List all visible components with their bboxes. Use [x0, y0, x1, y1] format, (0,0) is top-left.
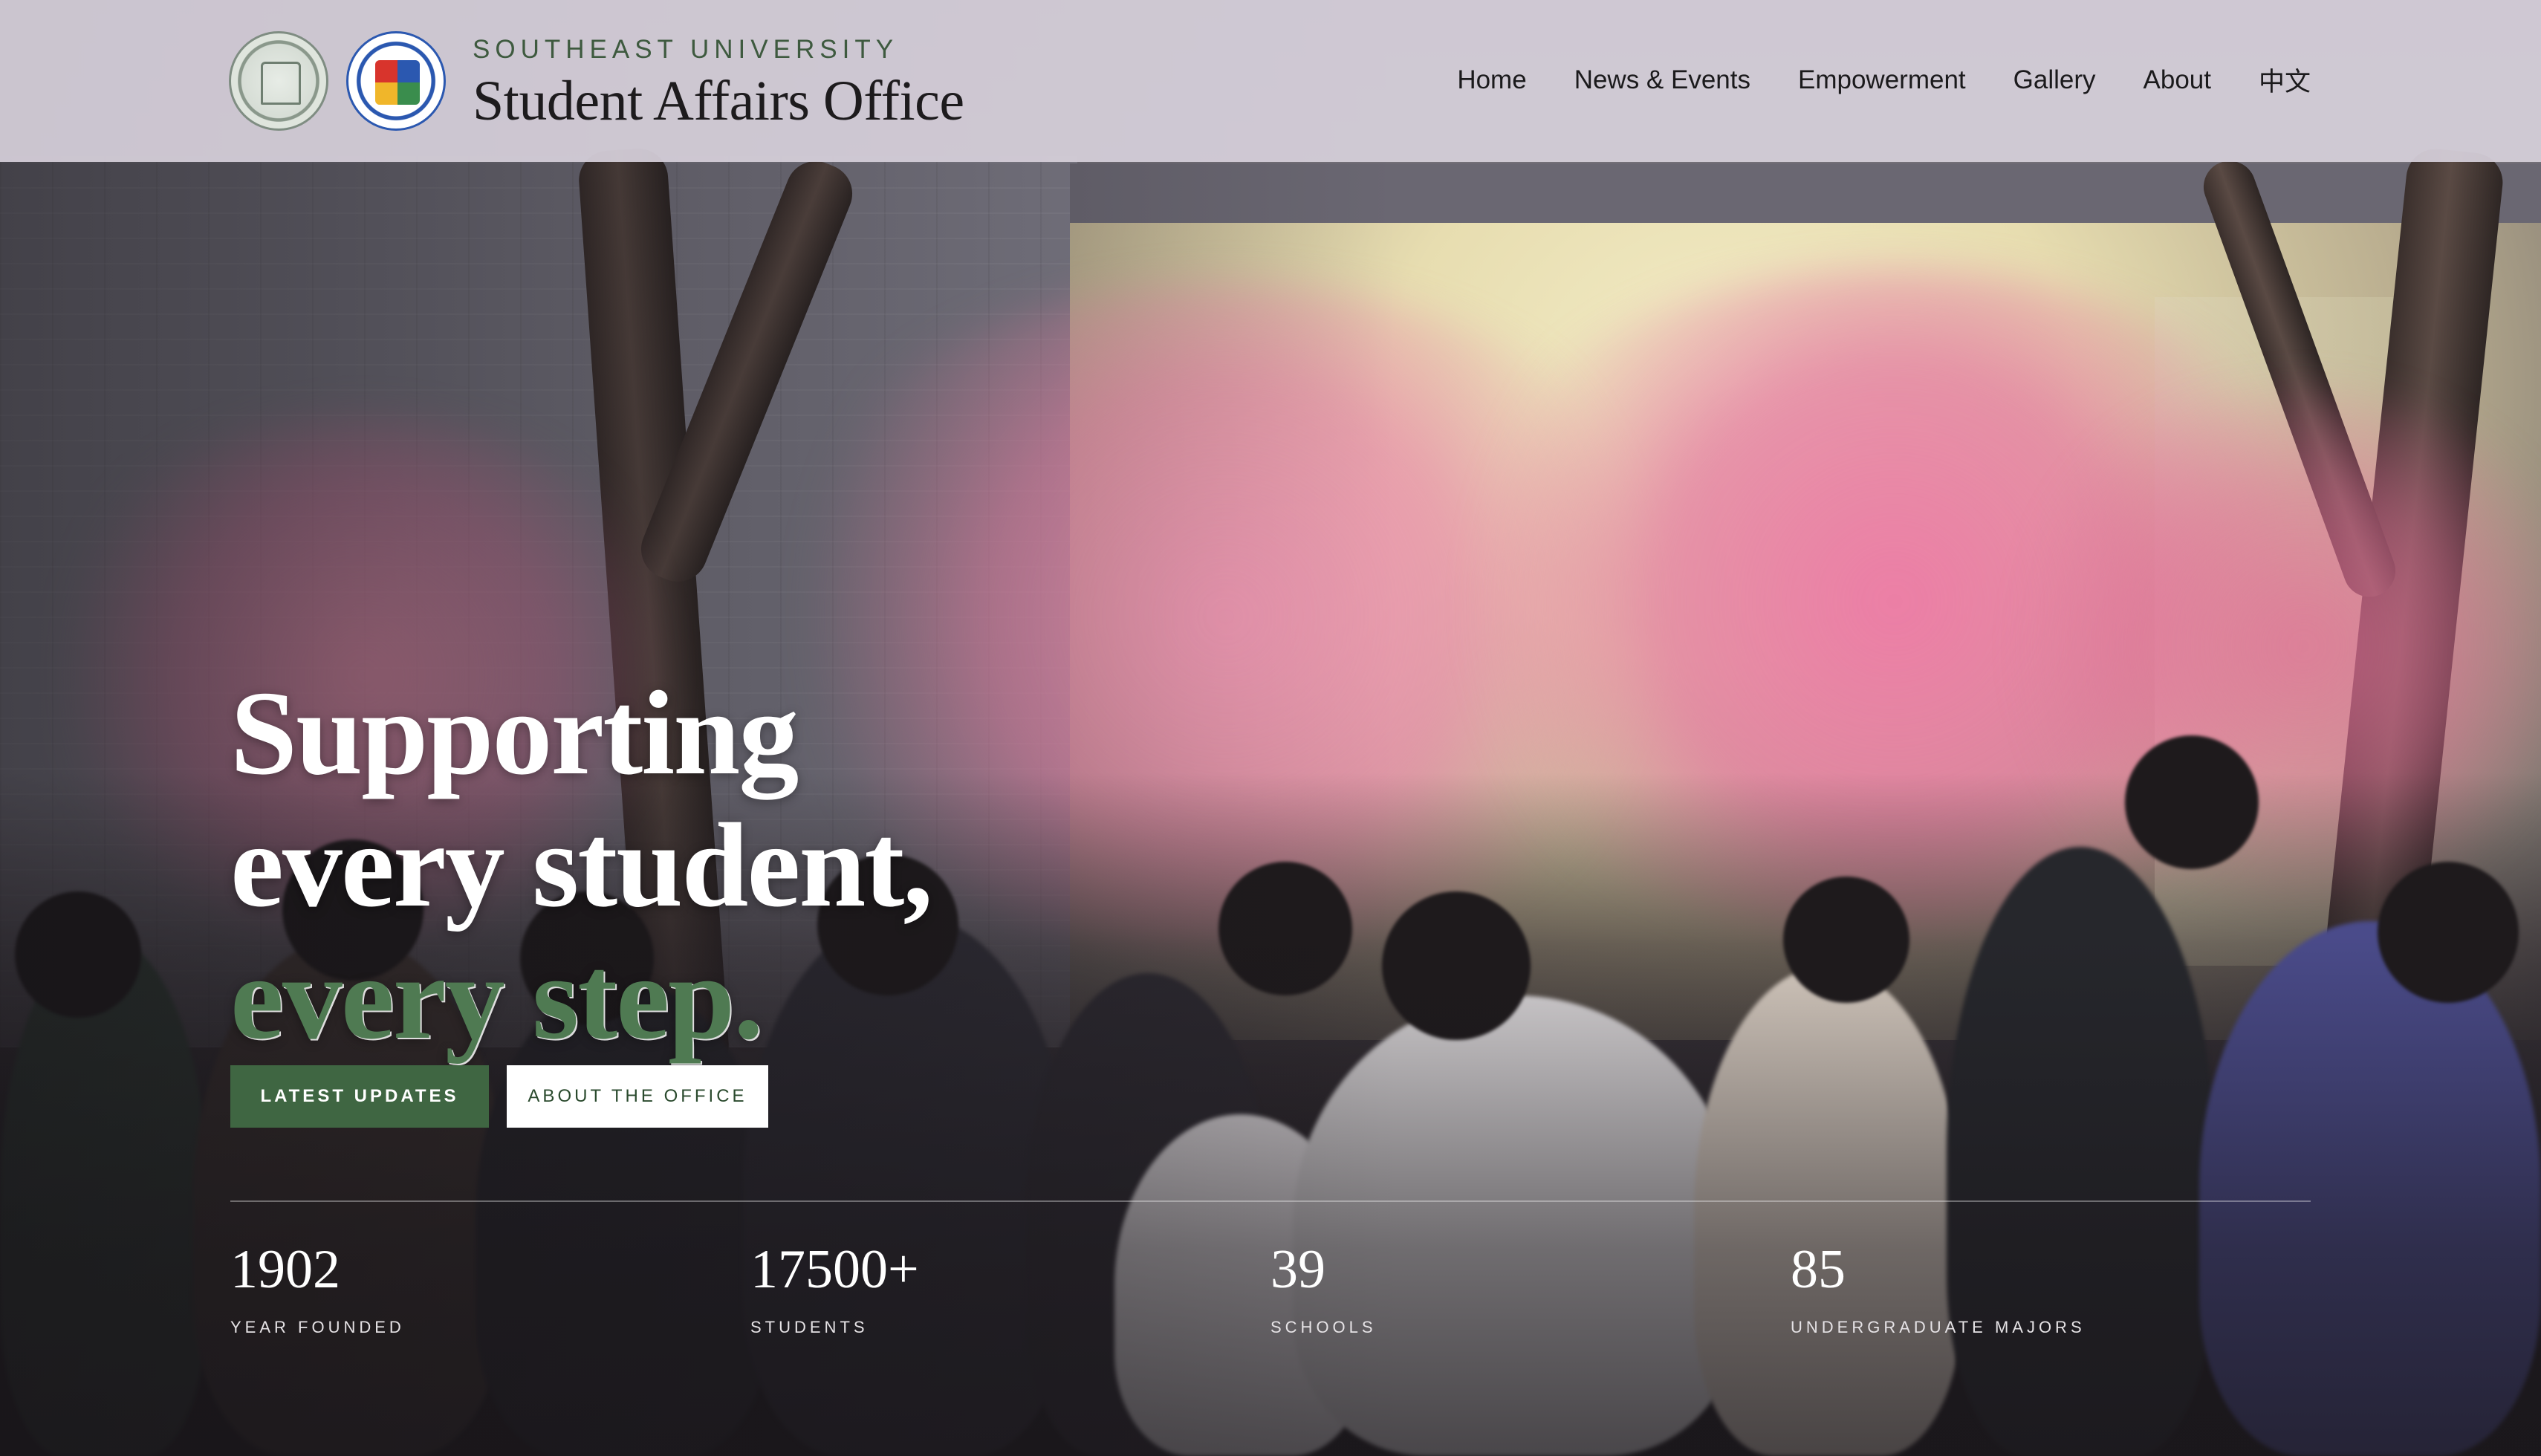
stat-students: 17500+ STUDENTS [750, 1242, 1270, 1337]
stat-value: 85 [1791, 1239, 1846, 1300]
site-header: SOUTHEAST UNIVERSITY Student Affairs Off… [0, 0, 2541, 162]
stats-divider [230, 1200, 2311, 1202]
stat-label: SCHOOLS [1270, 1318, 1377, 1336]
nav-language-toggle[interactable]: 中文 [2259, 61, 2311, 99]
brand-title: Student Affairs Office [473, 69, 964, 132]
nav-news-events[interactable]: News & Events [1574, 65, 1750, 95]
emblem-green-block [397, 82, 420, 105]
stat-label: YEAR FOUNDED [230, 1318, 405, 1336]
stat-value: 1902 [230, 1239, 340, 1300]
headline-line-2: every student, [230, 799, 933, 932]
emblem-blue-block [397, 60, 420, 82]
seal-building-icon [261, 62, 301, 105]
nav-empowerment[interactable]: Empowerment [1798, 65, 1966, 95]
student-affairs-emblem-icon [346, 31, 446, 131]
brand-home-link[interactable]: SOUTHEAST UNIVERSITY Student Affairs Off… [229, 31, 964, 131]
nav-about[interactable]: About [2144, 65, 2211, 95]
nav-gallery[interactable]: Gallery [2013, 65, 2096, 95]
stat-undergraduate-majors: 85 UNDERGRADUATE MAJORS [1791, 1242, 2311, 1337]
university-seal-icon [229, 31, 328, 131]
headline-line-1: Supporting [230, 666, 799, 800]
stat-label: UNDERGRADUATE MAJORS [1791, 1318, 2086, 1336]
page: SOUTHEAST UNIVERSITY Student Affairs Off… [0, 0, 2541, 1456]
main-nav: Home News & Events Empowerment Gallery A… [1457, 61, 2311, 99]
headline-line-3-accent: every step. [230, 931, 764, 1065]
stat-value: 39 [1270, 1239, 1325, 1300]
stat-value: 17500+ [750, 1239, 919, 1300]
stat-label: STUDENTS [750, 1318, 869, 1336]
stats-row: 1902 YEAR FOUNDED 17500+ STUDENTS 39 SCH… [230, 1242, 2311, 1337]
stat-schools: 39 SCHOOLS [1270, 1242, 1791, 1337]
about-office-button[interactable]: ABOUT THE OFFICE [507, 1065, 768, 1128]
latest-updates-button[interactable]: LATEST UPDATES [230, 1065, 489, 1128]
hero-headline: Supporting every student, every step. [230, 666, 933, 1065]
emblem-yellow-block [375, 82, 397, 105]
brand-text: SOUTHEAST UNIVERSITY Student Affairs Off… [473, 33, 964, 129]
stat-year-founded: 1902 YEAR FOUNDED [230, 1242, 750, 1337]
nav-home[interactable]: Home [1457, 65, 1526, 95]
brand-eyebrow: SOUTHEAST UNIVERSITY [473, 34, 899, 64]
cta-row: LATEST UPDATES ABOUT THE OFFICE [230, 1065, 768, 1128]
emblem-red-block [375, 60, 397, 82]
